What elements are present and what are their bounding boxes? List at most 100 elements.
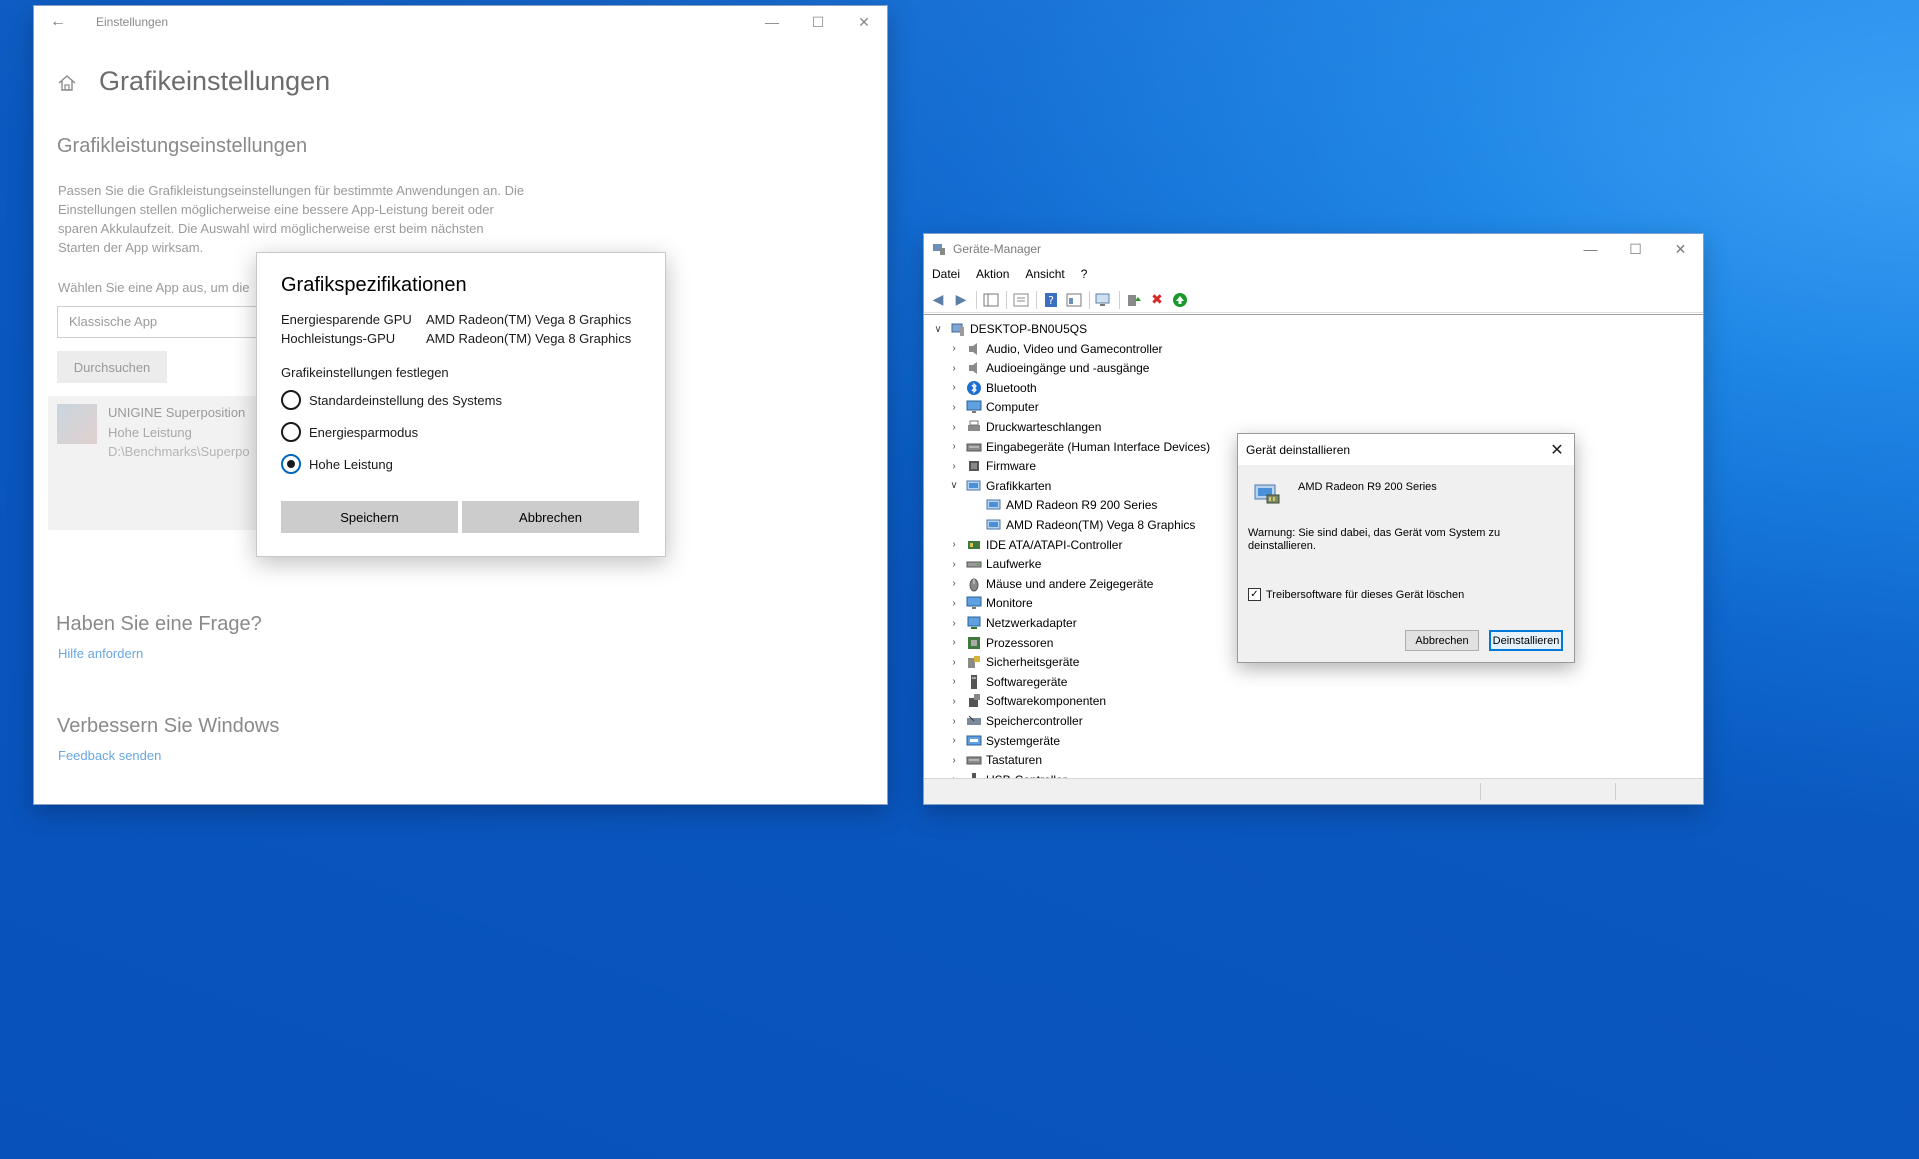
page-title: Grafikeinstellungen: [99, 66, 331, 96]
menu-datei[interactable]: Datei: [924, 264, 968, 286]
tree-category[interactable]: › Mäuse und andere Zeigegeräte: [946, 575, 1153, 593]
tree-category[interactable]: › Audio, Video und Gamecontroller: [946, 340, 1163, 358]
back-arrow-icon[interactable]: ←: [34, 6, 82, 38]
tree-device[interactable]: AMD Radeon R9 200 Series: [982, 496, 1157, 514]
app-list-item[interactable]: UNIGINE Superposition Hohe Leistung D:\B…: [48, 396, 290, 530]
minimize-icon[interactable]: —: [1568, 234, 1613, 264]
chevron-right-icon[interactable]: ›: [946, 676, 962, 687]
cancel-button[interactable]: Abbrechen: [1405, 630, 1479, 651]
toolbar-separator: [1006, 290, 1007, 309]
tree-category[interactable]: › Softwarekomponenten: [946, 692, 1106, 710]
maximize-icon[interactable]: ☐: [795, 6, 841, 38]
radio-power-saving[interactable]: Energiesparmodus: [281, 422, 418, 442]
home-icon[interactable]: [56, 72, 78, 94]
forward-icon[interactable]: ▶: [951, 290, 971, 310]
drive-icon: [966, 561, 982, 568]
help-icon[interactable]: ?: [1041, 290, 1061, 310]
tree-category[interactable]: › Sicherheitsgeräte: [946, 653, 1079, 671]
tree-category[interactable]: ∨ Grafikkarten: [946, 477, 1051, 495]
feedback-link[interactable]: Feedback senden: [58, 748, 161, 763]
save-button[interactable]: Speichern: [281, 501, 458, 533]
chevron-right-icon[interactable]: ›: [946, 363, 962, 374]
chevron-right-icon[interactable]: ›: [946, 343, 962, 354]
tree-category[interactable]: › Systemgeräte: [946, 732, 1060, 750]
radio-system-default[interactable]: Standardeinstellung des Systems: [281, 390, 502, 410]
tree-category[interactable]: › Tastaturen: [946, 751, 1042, 769]
tree-category-label: Sicherheitsgeräte: [986, 655, 1080, 670]
status-bar: [924, 778, 1703, 804]
chevron-right-icon[interactable]: ›: [946, 402, 962, 413]
chevron-right-icon[interactable]: ›: [946, 716, 962, 727]
close-icon[interactable]: ✕: [841, 6, 887, 38]
close-icon[interactable]: ✕: [1546, 439, 1568, 461]
cancel-button[interactable]: Abbrechen: [462, 501, 639, 533]
tree-category[interactable]: › Softwaregeräte: [946, 673, 1067, 691]
tree-category[interactable]: › Eingabegeräte (Human Interface Devices): [946, 438, 1210, 456]
view-icon[interactable]: [1064, 290, 1084, 310]
tree-category[interactable]: › Laufwerke: [946, 555, 1041, 573]
chevron-right-icon[interactable]: ›: [946, 696, 962, 707]
menu-aktion[interactable]: Aktion: [968, 264, 1017, 286]
tree-category[interactable]: › Firmware: [946, 457, 1036, 475]
radio-circle-icon[interactable]: [281, 390, 301, 410]
uninstall-warning: Warnung: Sie sind dabei, das Gerät vom S…: [1248, 527, 1501, 552]
chevron-right-icon[interactable]: ›: [946, 422, 962, 433]
tree-category[interactable]: › Monitore: [946, 594, 1032, 612]
chevron-right-icon[interactable]: ›: [946, 382, 962, 393]
properties-icon[interactable]: [1011, 290, 1031, 310]
menu-ansicht[interactable]: Ansicht: [1017, 264, 1072, 286]
chevron-right-icon[interactable]: ›: [946, 637, 962, 648]
uninstall-button[interactable]: Deinstallieren: [1489, 630, 1563, 651]
tree-category[interactable]: › Speichercontroller: [946, 712, 1083, 730]
device-manager-app-icon: [933, 244, 945, 255]
computer-icon: [951, 323, 964, 336]
help-link[interactable]: Hilfe anfordern: [58, 646, 143, 661]
menu-help[interactable]: ?: [1073, 264, 1096, 286]
radio-high-performance[interactable]: Hohe Leistung: [281, 454, 393, 474]
uninstall-device-dialog: Gerät deinstallieren ✕ AMD Radeon R9 200…: [1237, 433, 1575, 663]
tree-category-label: Audio, Video und Gamecontroller: [986, 341, 1163, 356]
maximize-icon[interactable]: ☐: [1613, 234, 1658, 264]
chevron-right-icon[interactable]: ›: [946, 598, 962, 609]
chevron-right-icon[interactable]: ›: [946, 755, 962, 766]
tree-category[interactable]: › Druckwarteschlangen: [946, 418, 1101, 436]
close-icon[interactable]: ✕: [1658, 234, 1703, 264]
chevron-right-icon[interactable]: ›: [946, 461, 962, 472]
browse-button[interactable]: Durchsuchen: [57, 351, 167, 383]
chevron-right-icon[interactable]: ›: [946, 657, 962, 668]
radio-selected-icon[interactable]: [281, 454, 301, 474]
tree-category[interactable]: › IDE ATA/ATAPI-Controller: [946, 536, 1122, 554]
show-hide-console-tree-icon[interactable]: [981, 290, 1001, 310]
chevron-down-icon[interactable]: ∨: [930, 324, 946, 335]
chevron-right-icon[interactable]: ›: [946, 578, 962, 589]
tree-category[interactable]: › Bluetooth: [946, 379, 1037, 397]
uninstall-device-icon[interactable]: ✖: [1147, 290, 1167, 310]
chevron-right-icon[interactable]: ›: [946, 735, 962, 746]
improve-heading: Verbessern Sie Windows: [57, 715, 280, 737]
printer-icon: [968, 420, 980, 431]
chevron-right-icon[interactable]: ›: [946, 559, 962, 570]
chevron-down-icon[interactable]: ∨: [946, 480, 962, 491]
chevron-right-icon[interactable]: ›: [946, 539, 962, 550]
checkbox-checked-icon[interactable]: ✓: [1248, 588, 1261, 601]
tree-category[interactable]: › Audioeingänge und -ausgänge: [946, 359, 1149, 377]
tree-category[interactable]: › Prozessoren: [946, 634, 1053, 652]
tree-category[interactable]: › Computer: [946, 398, 1038, 416]
enable-device-icon[interactable]: [1170, 290, 1190, 310]
delete-driver-checkbox[interactable]: ✓ Treibersoftware für dieses Gerät lösch…: [1248, 588, 1464, 601]
scan-hardware-icon[interactable]: [1094, 290, 1114, 310]
tree-category-label: Speichercontroller: [986, 714, 1083, 728]
power-saving-gpu-value: AMD Radeon(TM) Vega 8 Graphics: [426, 312, 632, 327]
update-driver-icon[interactable]: [1124, 290, 1144, 310]
chevron-right-icon[interactable]: ›: [946, 441, 962, 452]
minimize-icon[interactable]: —: [749, 6, 795, 38]
chevron-right-icon[interactable]: ›: [946, 618, 962, 629]
tree-category[interactable]: › Netzwerkadapter: [946, 614, 1076, 632]
back-icon[interactable]: ◀: [928, 290, 948, 310]
tree-category-label: Softwarekomponenten: [986, 694, 1107, 709]
tree-root[interactable]: ∨ DESKTOP-BN0U5QS: [930, 320, 1087, 338]
tree-device[interactable]: AMD Radeon(TM) Vega 8 Graphics: [982, 516, 1195, 534]
radio-circle-icon[interactable]: [281, 422, 301, 442]
device-manager-title: Geräte-Manager: [953, 242, 1042, 256]
toolbar: ◀ ▶ ? ✖: [924, 287, 1703, 313]
